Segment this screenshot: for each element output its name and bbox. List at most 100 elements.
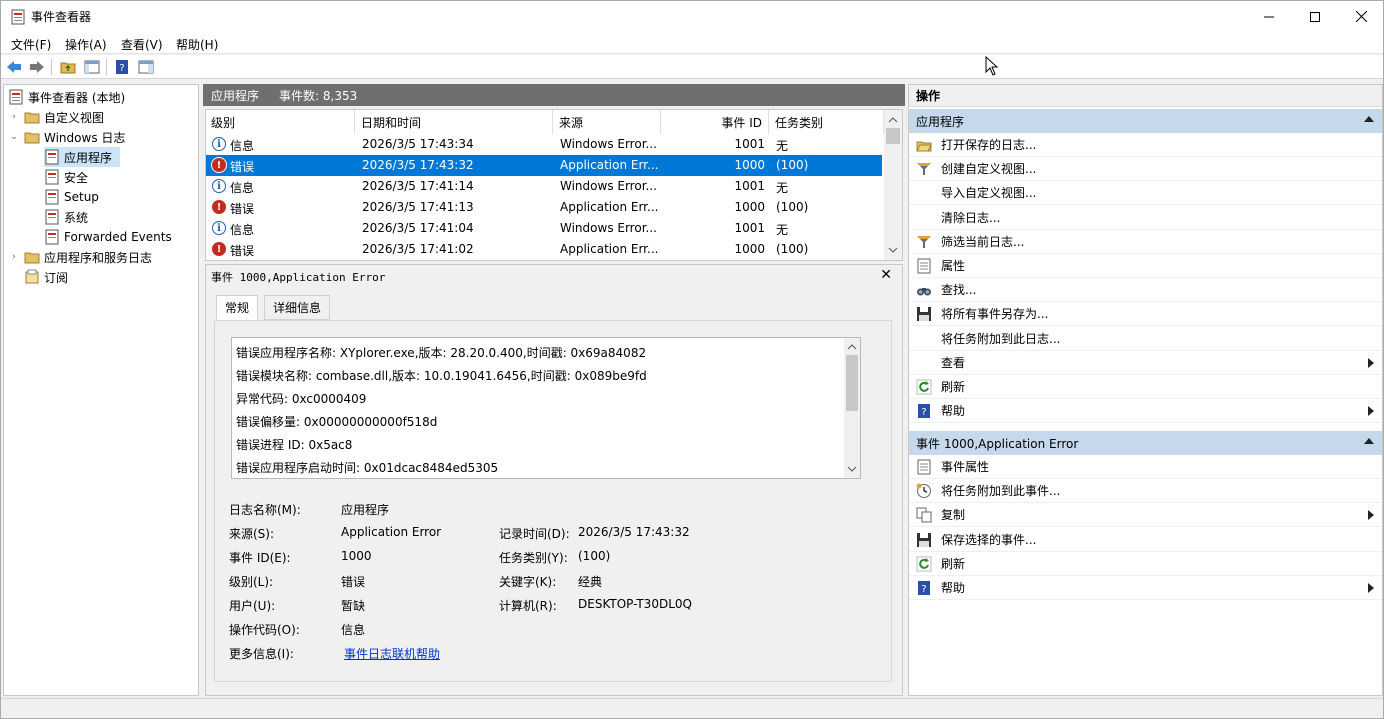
description-line: 错误应用程序名称: XYplorer.exe,版本: 28.20.0.400,时… [236,346,647,360]
minimize-button[interactable] [1246,1,1292,32]
expand-icon[interactable]: › [8,251,20,263]
tree-windows-logs[interactable]: ⌄ Windows 日志 [8,127,125,147]
event-row[interactable]: i 信息 2026/3/5 17:41:04 Windows Error... 1001… [206,218,882,239]
window-title: 事件查看器 [31,10,92,24]
scroll-thumb[interactable] [846,355,858,411]
close-detail-icon[interactable]: ✕ [880,267,892,283]
column-header-task[interactable]: 任务类别 [769,110,884,134]
action-pane-icon [138,60,154,74]
level-label: 级别(L): [229,575,274,589]
collapse-section-icon[interactable] [1364,116,1374,122]
action-help-event[interactable]: ? 帮助 [909,576,1382,600]
action-attach-task-to-event[interactable]: 将任务附加到此事件... [909,479,1382,504]
column-header-date[interactable]: 日期和时间 [355,110,553,134]
event-list-scrollbar[interactable] [884,110,902,260]
help-icon: ? [116,60,128,74]
forward-button[interactable] [28,58,46,76]
column-header-event-id[interactable]: 事件 ID [661,110,769,134]
event-row[interactable]: i 信息 2026/3/5 17:43:34 Windows Error... 1001… [206,134,882,155]
console-tree-icon [84,60,100,74]
action-label: 导入自定义视图... [941,186,1037,201]
action-copy[interactable]: 复制 [909,503,1382,528]
event-viewer-window: 事件查看器 文件(F) 操作(A) 查看(V) 帮助(H) ? 事件查看器 (本… [0,0,1384,719]
actions-section-event[interactable]: 事件 1000,Application Error [909,431,1382,455]
event-viewer-app-icon [11,9,25,25]
action-refresh-event[interactable]: 刷新 [909,552,1382,576]
collapse-icon[interactable]: ⌄ [8,131,20,143]
tree-root[interactable]: 事件查看器 (本地) [8,87,125,107]
action-attach-task-to-log[interactable]: 将任务附加到此日志... [909,327,1382,351]
maximize-button[interactable] [1292,1,1338,32]
opcode-label: 操作代码(O): [229,623,300,637]
event-task: (100) [776,242,809,256]
scroll-up-icon [847,344,857,350]
event-row[interactable]: ! 错误 2026/3/5 17:43:32 Application Err... 10… [206,155,882,176]
action-label: 保存选择的事件... [941,532,1037,547]
mouse-cursor-icon [985,56,999,76]
action-label: 刷新 [941,380,966,394]
action-label: 将任务附加到此日志... [941,331,1061,346]
action-properties[interactable]: 属性 [909,254,1382,278]
action-save-selected-events[interactable]: 保存选择的事件... [909,528,1382,552]
menu-help[interactable]: 帮助(H) [176,36,218,53]
expand-icon[interactable]: › [8,111,20,123]
tree-app-service-logs[interactable]: › 应用程序和服务日志 [8,247,152,267]
event-row[interactable]: ! 错误 2026/3/5 17:41:02 Application Err... 10… [206,239,882,260]
action-create-custom-view[interactable]: 创建自定义视图... [909,157,1382,182]
collapse-section-icon[interactable] [1364,438,1374,444]
event-row[interactable]: i 信息 2026/3/5 17:41:14 Windows Error... 1001… [206,176,882,197]
event-task: (100) [776,158,809,172]
menu-view[interactable]: 查看(V) [121,36,163,53]
up-folder-button[interactable] [59,58,77,76]
action-filter-current-log[interactable]: 筛选当前日志... [909,230,1382,254]
menu-action[interactable]: 操作(A) [65,36,107,53]
tree-custom-views[interactable]: › 自定义视图 [8,107,104,127]
section-title: 事件 1000,Application Error [916,436,1079,451]
action-find[interactable]: 查找... [909,278,1382,303]
open-log-icon [916,141,932,152]
keywords-value: 经典 [578,575,603,589]
submenu-arrow-icon [1368,510,1374,521]
attach-task-icon [916,483,931,499]
action-clear-log[interactable]: 清除日志... [909,206,1382,230]
tree-log-system[interactable]: 系统 [44,207,88,227]
tree-log-forwarded-events[interactable]: Forwarded Events [44,227,172,247]
scroll-thumb[interactable] [886,128,900,144]
level-value: 错误 [341,575,366,589]
tab-details[interactable]: 详细信息 [264,295,331,320]
tab-general[interactable]: 常规 [216,295,259,320]
online-help-link[interactable]: 事件日志联机帮助 [344,645,440,662]
actions-section-application[interactable]: 应用程序 [909,109,1382,133]
action-open-saved-log[interactable]: 打开保存的日志... [909,133,1382,157]
task-category-value: (100) [578,549,611,563]
scroll-down-icon [847,466,857,472]
submenu-arrow-icon [1368,583,1374,593]
action-help[interactable]: ? 帮助 [909,399,1382,424]
column-header-level[interactable]: 级别 [206,110,355,134]
show-hide-action-pane-button[interactable] [137,58,155,76]
action-import-custom-view[interactable]: 导入自定义视图... [909,181,1382,206]
tree-subscriptions[interactable]: 订阅 [24,267,68,287]
action-view[interactable]: 查看 [909,351,1382,375]
action-refresh[interactable]: 刷新 [909,375,1382,399]
event-description[interactable]: 错误应用程序名称: XYplorer.exe,版本: 28.20.0.400,时… [231,337,861,479]
tree-log-setup[interactable]: Setup [44,187,99,207]
show-hide-tree-button[interactable] [83,58,101,76]
action-label: 打开保存的日志... [941,138,1037,152]
description-scrollbar[interactable] [844,338,860,478]
folder-icon [24,132,40,144]
save-icon [917,532,931,547]
column-header-source[interactable]: 来源 [553,110,661,134]
menu-file[interactable]: 文件(F) [11,36,51,53]
event-row[interactable]: ! 错误 2026/3/5 17:41:13 Application Err... 10… [206,197,882,218]
action-event-properties[interactable]: 事件属性 [909,455,1382,479]
action-label: 刷新 [941,556,966,571]
back-button[interactable] [5,58,23,76]
event-task: 无 [776,181,789,195]
tree-log-application[interactable]: 应用程序 [44,147,120,167]
action-save-all-events[interactable]: 将所有事件另存为... [909,302,1382,327]
close-window-button[interactable] [1338,1,1384,32]
help-button[interactable]: ? [113,58,131,76]
tree-log-security[interactable]: 安全 [44,167,88,187]
task-category-label: 任务类别(Y): [499,551,568,565]
